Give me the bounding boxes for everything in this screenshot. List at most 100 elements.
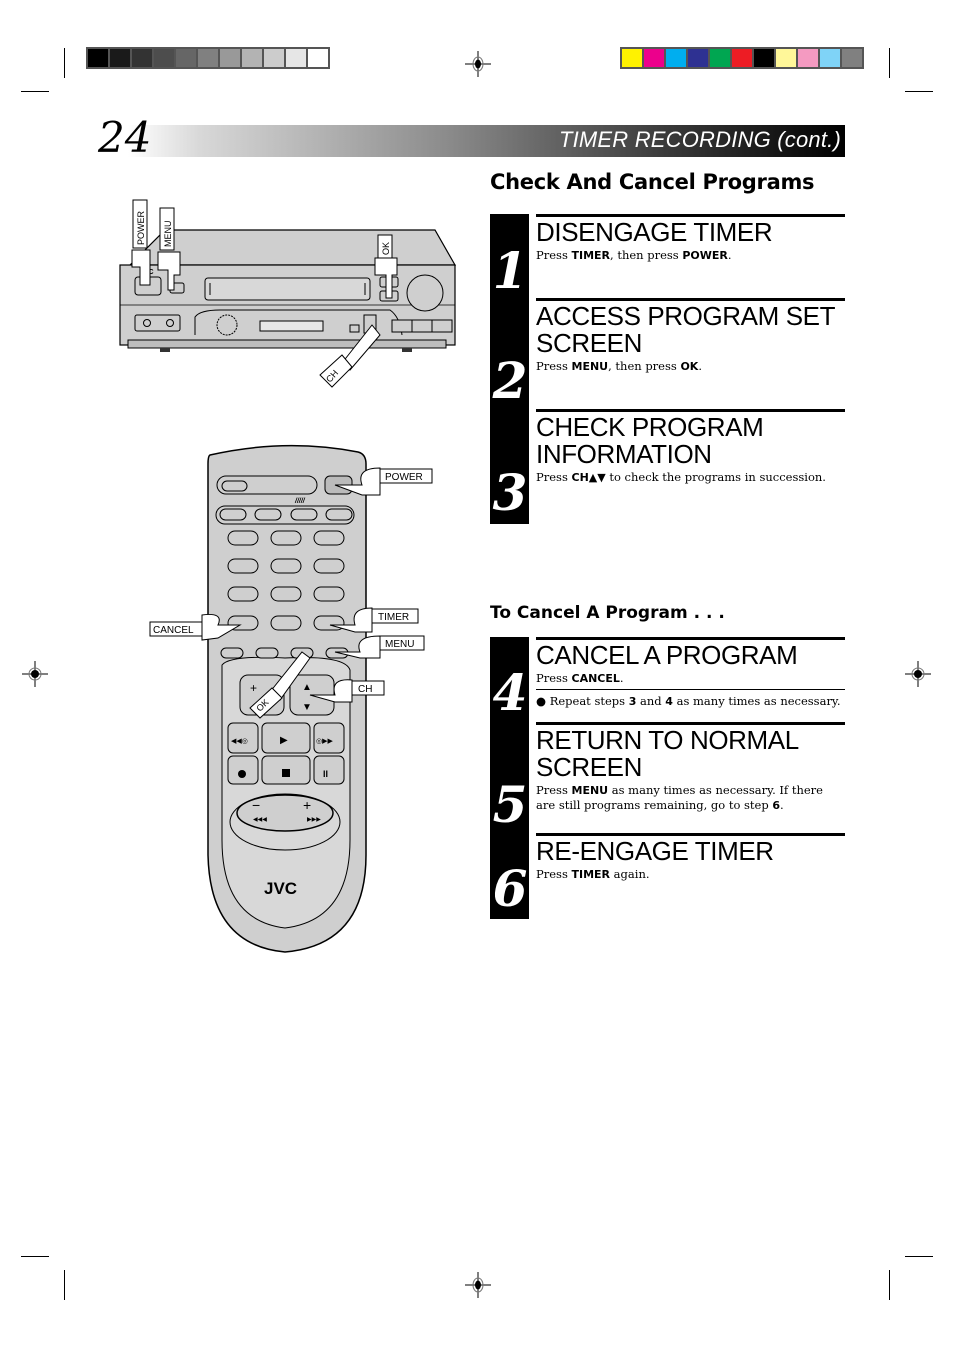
subsection-title: To Cancel A Program . . . (490, 603, 725, 623)
svg-text:+: + (303, 797, 311, 813)
remote-keypad-button (227, 530, 259, 546)
calibration-swatch (110, 49, 130, 67)
step-5: RETURN TO NORMAL SCREEN Press MENU as man… (536, 722, 845, 813)
remote-keypad-button (270, 615, 302, 631)
registration-mark-icon (465, 51, 491, 77)
svg-text:II: II (323, 769, 328, 779)
step-2: ACCESS PROGRAM SET SCREEN Press MENU, the… (536, 298, 845, 374)
registration-mark-icon (465, 1272, 491, 1298)
callout-power-label: POWER (385, 472, 423, 483)
registration-mark-icon (22, 661, 48, 687)
step-title: DISENGAGE TIMER (536, 217, 773, 247)
calibration-swatch (688, 49, 708, 67)
callout-power-label: POWER (136, 210, 146, 245)
step-title: CANCEL A PROGRAM (536, 640, 798, 670)
calibration-swatch (242, 49, 262, 67)
calibration-swatch (820, 49, 840, 67)
header-title: TIMER RECORDING (cont.) (558, 127, 841, 152)
remote-keypad-button (227, 558, 259, 574)
crop-mark (905, 91, 933, 92)
svg-text:▶▶▶: ▶▶▶ (307, 817, 321, 823)
calibration-swatch (754, 49, 774, 67)
svg-text:◀◀◀: ◀◀◀ (253, 817, 267, 823)
step-number: 4 (492, 663, 528, 722)
calibration-swatch (154, 49, 174, 67)
calibration-swatch (622, 49, 642, 67)
step-title: CHECK PROGRAM INFORMATION (536, 412, 764, 469)
step-number: 6 (492, 859, 528, 918)
svg-text://///: ///// (294, 498, 306, 505)
calibration-swatch (286, 49, 306, 67)
calibration-swatch (776, 49, 796, 67)
step-description: Press MENU, then press OK. (536, 359, 702, 373)
calibration-swatch (732, 49, 752, 67)
svg-text:−: − (252, 797, 260, 813)
callout-ch-label: CH (358, 684, 372, 695)
step-description: Press TIMER again. (536, 867, 650, 881)
page-number: 24 (98, 113, 152, 162)
note-divider (536, 689, 845, 690)
registration-mark-icon (905, 661, 931, 687)
crop-mark (889, 48, 890, 78)
svg-text:◀◀◎: ◀◀◎ (231, 738, 248, 745)
svg-text:▶: ▶ (280, 735, 288, 746)
calibration-swatch (308, 49, 328, 67)
calibration-swatch (710, 49, 730, 67)
remote-brand: JVC (264, 879, 297, 898)
calibration-swatch (220, 49, 240, 67)
svg-text:+: + (250, 681, 257, 695)
callout-menu-label: MENU (385, 639, 414, 650)
step-3: CHECK PROGRAM INFORMATION Press CH▲▼ to c… (536, 409, 845, 485)
step-title: ACCESS PROGRAM SET SCREEN (536, 301, 836, 358)
callout-menu-label: MENU (163, 221, 173, 248)
step-number: 1 (492, 241, 528, 300)
calibration-swatch (264, 49, 284, 67)
callout-cancel-label: CANCEL (153, 625, 194, 636)
header-bar: TIMER RECORDING (cont.) (128, 125, 845, 157)
calibration-swatch (798, 49, 818, 67)
step-number: 5 (492, 775, 528, 834)
calibration-swatch (132, 49, 152, 67)
remote-keypad-button (270, 558, 302, 574)
step-note: ● Repeat steps 3 and 4 as many times as … (536, 694, 841, 708)
calibration-swatch (88, 49, 108, 67)
crop-mark (21, 91, 49, 92)
section-title: Check And Cancel Programs (490, 170, 815, 194)
step-number: 3 (492, 463, 528, 522)
remote-keypad-button (313, 586, 345, 602)
step-6: RE-ENGAGE TIMER Press TIMER again. (536, 833, 845, 882)
svg-text:▼: ▼ (302, 702, 312, 713)
calibration-swatch (666, 49, 686, 67)
crop-mark (21, 1256, 49, 1257)
crop-mark (905, 1256, 933, 1257)
calibration-swatch (176, 49, 196, 67)
svg-text:▲: ▲ (302, 682, 312, 693)
color-calibration-bar (620, 47, 864, 69)
remote-keypad-button (270, 586, 302, 602)
step-title: RE-ENGAGE TIMER (536, 836, 774, 866)
remote-keypad-button (227, 586, 259, 602)
step-4: CANCEL A PROGRAM Press CANCEL. ● Repeat … (536, 637, 845, 708)
step-title: RETURN TO NORMAL SCREEN (536, 725, 799, 782)
crop-mark (64, 48, 65, 78)
callout-timer-label: TIMER (378, 612, 409, 623)
svg-text:◎▶▶: ◎▶▶ (316, 738, 333, 745)
remote-keypad-button (313, 530, 345, 546)
remote-illustration: ///// + ▲ ▼ ◀◀◎ ▶ ◎▶▶ II − + ◀◀◀ ▶▶▶ JVC… (149, 444, 433, 953)
step-description: Press CANCEL. (536, 671, 624, 685)
vcr-illustration: JVC POWER MENU OK CH (119, 199, 457, 388)
remote-keypad-button (270, 530, 302, 546)
calibration-swatch (198, 49, 218, 67)
grayscale-calibration-bar (86, 47, 330, 69)
step-description: Press TIMER, then press POWER. (536, 248, 732, 262)
calibration-swatch (842, 49, 862, 67)
step-number: 2 (492, 351, 528, 410)
crop-mark (889, 1270, 890, 1300)
callout-ok-label: OK (381, 242, 391, 255)
crop-mark (64, 1270, 65, 1300)
step-description: Press CH▲▼ to check the programs in succ… (536, 470, 826, 484)
step-description: Press MENU as many times as necessary. I… (536, 783, 823, 812)
step-1: DISENGAGE TIMER Press TIMER, then press … (536, 214, 845, 263)
remote-keypad-button (313, 558, 345, 574)
calibration-swatch (644, 49, 664, 67)
